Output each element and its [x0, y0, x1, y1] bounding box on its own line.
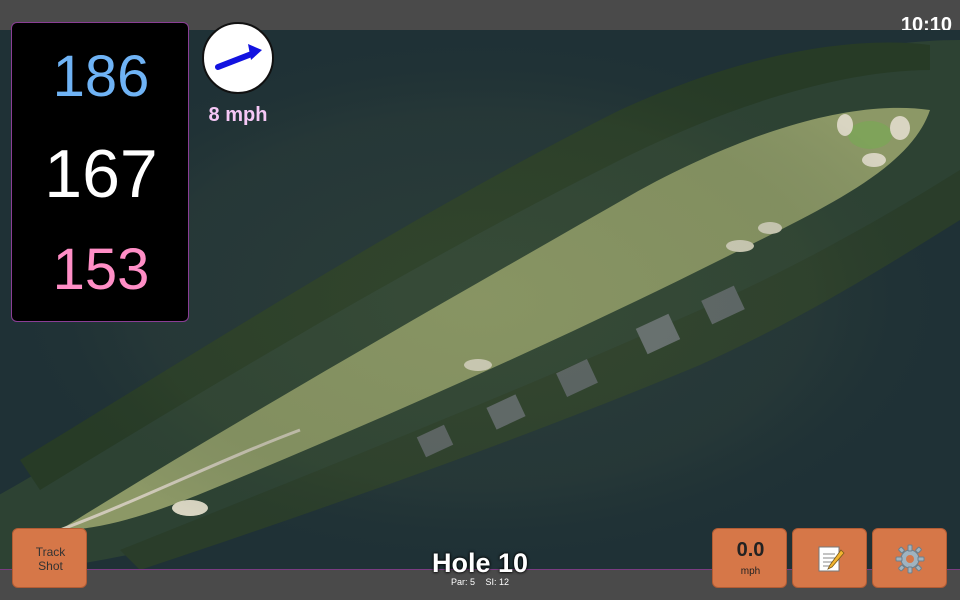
gear-icon — [895, 544, 925, 574]
hole-title: Hole 10 — [431, 548, 529, 578]
track-shot-button[interactable]: Track Shot — [12, 528, 87, 588]
settings-button[interactable] — [872, 528, 947, 588]
distance-panel: 186 167 153 — [11, 22, 189, 322]
speed-value: 0.0 — [736, 539, 765, 561]
stroke-index-label: SI: 12 — [485, 577, 510, 587]
middle-of-green-distance: 167 — [44, 136, 158, 212]
back-of-green-distance: 186 — [52, 44, 150, 109]
wind-speed: 8 mph — [208, 104, 268, 126]
speed-button[interactable]: 0.0 mph — [712, 528, 787, 588]
track-shot-label-line2: Shot — [38, 559, 63, 573]
speed-unit: mph — [740, 566, 761, 577]
hole-info: Par: 5 SI: 12 — [380, 577, 580, 587]
notes-button[interactable] — [792, 528, 867, 588]
par-label: Par: 5 — [450, 577, 475, 587]
track-shot-label: Track Shot — [13, 545, 88, 573]
wind-direction-arrow-icon — [215, 44, 262, 70]
track-shot-label-line1: Track — [35, 545, 66, 559]
wind-indicator — [202, 22, 274, 94]
front-of-green-distance: 153 — [52, 237, 150, 302]
notepad-icon — [818, 546, 845, 572]
